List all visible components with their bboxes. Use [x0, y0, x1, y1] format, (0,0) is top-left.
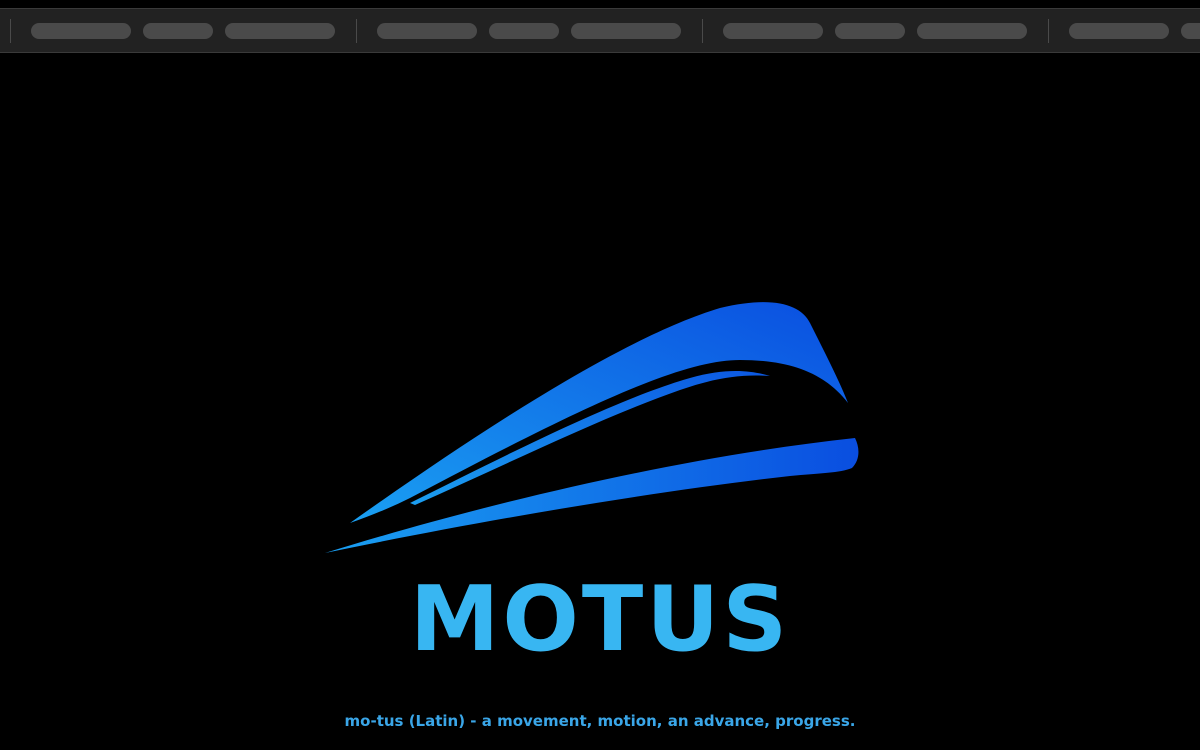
toolbar-placeholder-item[interactable] [917, 23, 1027, 39]
toolbar-placeholder-item[interactable] [1069, 23, 1169, 39]
toolbar-placeholder-item[interactable] [489, 23, 559, 39]
toolbar-separator [702, 19, 703, 43]
toolbar-separator [10, 19, 11, 43]
toolbar-separator [1048, 19, 1049, 43]
brand-wordmark: MOTUS [409, 567, 791, 672]
toolbar-placeholder-item[interactable] [31, 23, 131, 39]
browser-toolbar [0, 8, 1200, 53]
toolbar-placeholder-item[interactable] [1181, 23, 1200, 39]
swoosh-train-logo-icon [325, 302, 859, 553]
main-canvas: MOTUS mo-tus (Latin) - a movement, motio… [0, 53, 1200, 750]
toolbar-placeholder-item[interactable] [571, 23, 681, 39]
toolbar-placeholder-item[interactable] [225, 23, 335, 39]
toolbar-placeholder-item[interactable] [143, 23, 213, 39]
toolbar-placeholder-item[interactable] [377, 23, 477, 39]
brand-tagline: mo-tus (Latin) - a movement, motion, an … [344, 712, 856, 730]
window-top-strip [0, 0, 1200, 8]
toolbar-separator [356, 19, 357, 43]
toolbar-placeholder-item[interactable] [835, 23, 905, 39]
toolbar-placeholder-item[interactable] [723, 23, 823, 39]
